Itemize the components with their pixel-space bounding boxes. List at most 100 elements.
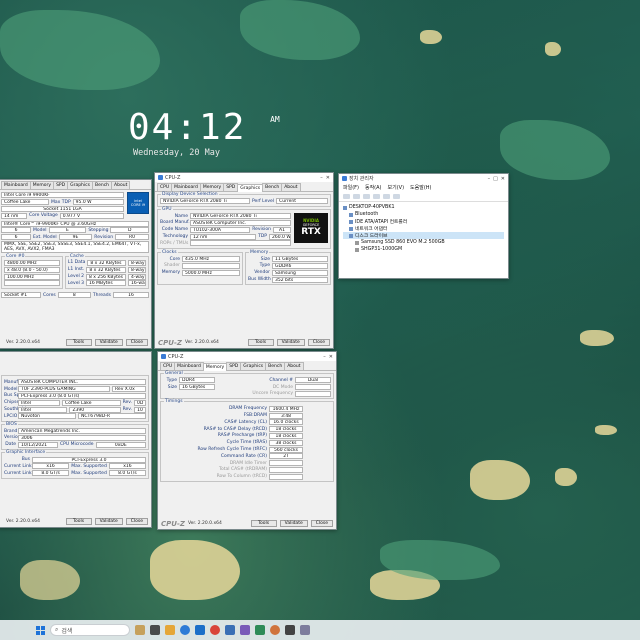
timing-row: Command Rate (CR) 2T [163, 453, 331, 460]
tree-node-disk[interactable]: 디스크 드라이브 [343, 232, 504, 239]
tree-node-network[interactable]: 네트워크 어댑터 [343, 225, 504, 232]
tab-about[interactable]: About [281, 183, 301, 191]
vram-vendor: Samsung [272, 269, 328, 276]
cpu-package: Socket 1151 LGA [1, 205, 124, 212]
validate-button[interactable]: Validate [94, 339, 123, 346]
tools-button[interactable]: Tools [65, 518, 92, 525]
tools-button[interactable]: Tools [247, 339, 274, 346]
taskbar-search[interactable]: ⌕ 검색 [50, 624, 130, 636]
edge-icon[interactable] [180, 625, 190, 635]
close-button[interactable]: Close [307, 339, 330, 346]
tab-spd[interactable]: SPD [223, 183, 239, 191]
tab-about[interactable]: About [284, 362, 304, 370]
clock-date: Wednesday, 20 May [133, 148, 220, 158]
menu-view[interactable]: 보기(V) [388, 184, 405, 191]
app-icon[interactable] [270, 625, 280, 635]
tab-graphics[interactable]: Graphics [67, 181, 93, 189]
validate-button[interactable]: Validate [276, 339, 305, 346]
tab-bench[interactable]: Bench [262, 183, 283, 191]
cpuz-taskbar-icon[interactable] [285, 625, 295, 635]
close-button[interactable]: Close [310, 520, 333, 527]
tab-cpu[interactable]: CPU [157, 183, 173, 191]
menu-file[interactable]: 파일(F) [343, 184, 359, 191]
lpcio-model: NCT6798D-R [78, 413, 147, 420]
tab-spd[interactable]: SPD [53, 181, 69, 189]
technology-label: Technology [162, 234, 188, 240]
tab-memory[interactable]: Memory [202, 363, 228, 371]
tab-memory[interactable]: Memory [199, 183, 225, 191]
manufacturer-label: Manufacturer [4, 380, 34, 385]
menu-help[interactable]: 도움말(H) [410, 184, 431, 191]
bios-group: BIOS Brand American Megatrends Inc. Versi… [1, 421, 149, 451]
tree-node-nvme[interactable]: SHGP31-1000GM [343, 246, 504, 253]
socket-select[interactable]: Socket #1 [1, 292, 41, 299]
tree-node-bluetooth[interactable]: Bluetooth [343, 211, 504, 218]
task-view-icon[interactable] [150, 625, 160, 635]
validate-button[interactable]: Validate [279, 520, 308, 527]
timing-value [269, 473, 303, 480]
board-manuf: ASUSTeK Computer Inc. [190, 219, 291, 226]
cpu-ext-model: 9E [58, 234, 93, 241]
scan-icon[interactable] [383, 194, 390, 199]
device-manager-taskbar-icon[interactable] [300, 625, 310, 635]
store-icon[interactable] [195, 625, 205, 635]
close-icon[interactable]: ✕ [329, 354, 333, 360]
cpu-spec: Intel® Core™ i9-9900KF CPU @ 3.60GHz [1, 220, 149, 227]
cpu-codename: Coffee Lake [1, 199, 49, 206]
tab-graphics[interactable]: Graphics [237, 184, 264, 192]
clocks-group: Core #0 4800.00 MHz x 48.0 (8.0 - 50.0) … [1, 253, 63, 289]
perf-level-select[interactable]: Current [276, 198, 328, 205]
cpu-technology: 14 nm [1, 212, 27, 219]
vram-vendor-label: Vendor [254, 270, 270, 276]
gi-bus-label: Bus [21, 457, 30, 463]
app-icon[interactable] [240, 625, 250, 635]
cpu-ext-family: 6 [1, 234, 31, 241]
close-button[interactable]: Close [125, 339, 148, 346]
tools-button[interactable]: Tools [65, 339, 92, 346]
close-icon[interactable]: ✕ [501, 176, 505, 182]
cpu-family: 6 [1, 227, 31, 234]
tab-mainboard[interactable]: Mainboard [171, 183, 201, 191]
tab-mainboard[interactable]: Mainboard [174, 362, 204, 370]
properties-icon[interactable] [363, 194, 370, 199]
tab-spd[interactable]: SPD [226, 362, 242, 370]
tree-node-ide[interactable]: IDE ATA/ATAPI 컨트롤러 [343, 218, 504, 225]
close-icon[interactable]: ✕ [326, 175, 330, 181]
disk-icon [349, 233, 353, 238]
menu-action[interactable]: 동작(A) [365, 184, 382, 191]
tree-node-ssd[interactable]: Samsung SSD 860 EVO M.2 500GB [343, 239, 504, 246]
display-icon[interactable] [393, 194, 400, 199]
lpcio-vendor: Nuvoton [18, 413, 77, 420]
tab-graphics[interactable]: Graphics [240, 362, 267, 370]
gpu-technology: 12 nm [190, 233, 257, 240]
timing-label: Total CAS# (tRDRAM) [219, 467, 267, 473]
start-button[interactable] [36, 625, 45, 635]
help-icon[interactable] [373, 194, 380, 199]
timing-row: Row To Column (tRCD) [163, 473, 331, 480]
device-select[interactable]: NVIDIA GeForce RTX 2080 Ti [160, 198, 250, 205]
minimize-icon[interactable]: – [488, 176, 491, 182]
back-icon[interactable] [343, 194, 350, 199]
minimize-icon[interactable]: – [323, 354, 326, 360]
maximize-icon[interactable]: □ [493, 176, 498, 182]
validate-button[interactable]: Validate [94, 518, 123, 525]
tab-bench[interactable]: Bench [265, 362, 286, 370]
minimize-icon[interactable]: – [320, 175, 323, 181]
tab-cpu[interactable]: CPU [160, 362, 176, 370]
tab-about[interactable]: About [111, 181, 131, 189]
tab-memory[interactable]: Memory [29, 181, 55, 189]
drive-icon [355, 247, 359, 252]
chrome-icon[interactable] [210, 625, 220, 635]
tab-mainboard[interactable]: Mainboard [1, 181, 31, 189]
file-explorer-icon[interactable] [165, 625, 175, 635]
tab-bench[interactable]: Bench [91, 181, 113, 189]
app-icon[interactable] [255, 625, 265, 635]
bios-date-label: Date [5, 442, 16, 448]
forward-icon[interactable] [353, 194, 360, 199]
vram-type: GDDR6 [272, 262, 328, 269]
widgets-icon[interactable] [135, 625, 145, 635]
close-button[interactable]: Close [125, 518, 148, 525]
tree-node-computer[interactable]: DESKTOP-40PVBK1 [343, 204, 504, 211]
app-icon[interactable] [225, 625, 235, 635]
tools-button[interactable]: Tools [250, 520, 277, 527]
